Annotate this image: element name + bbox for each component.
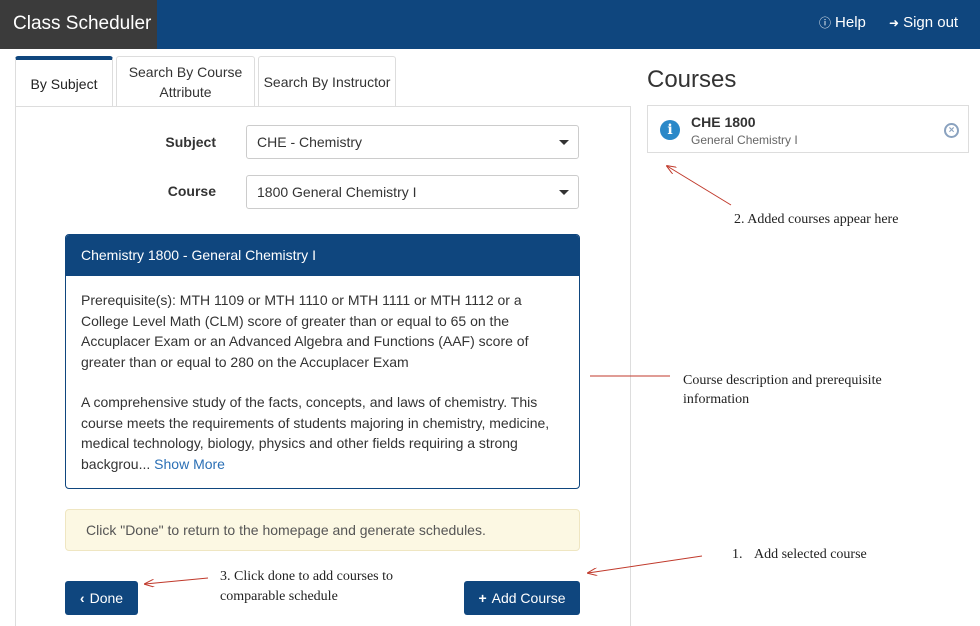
annotation-description-line1: Course description and prerequisite: [683, 373, 882, 388]
annotation-add-selected: Add selected course: [754, 547, 867, 562]
annotation-add-selected-number: 1.: [732, 547, 743, 562]
arrow-add-course: [588, 555, 703, 573]
arrow-done: [145, 577, 209, 584]
annotation-description-line2: information: [683, 392, 750, 407]
arrow-added-courses: [667, 166, 732, 206]
annotation-added-courses: 2. Added courses appear here: [734, 212, 899, 227]
annotation-click-done-line2: comparable schedule: [220, 589, 338, 604]
annotation-click-done-line1: 3. Click done to add courses to: [220, 569, 394, 584]
annotation-arrows: [0, 0, 732, 623]
